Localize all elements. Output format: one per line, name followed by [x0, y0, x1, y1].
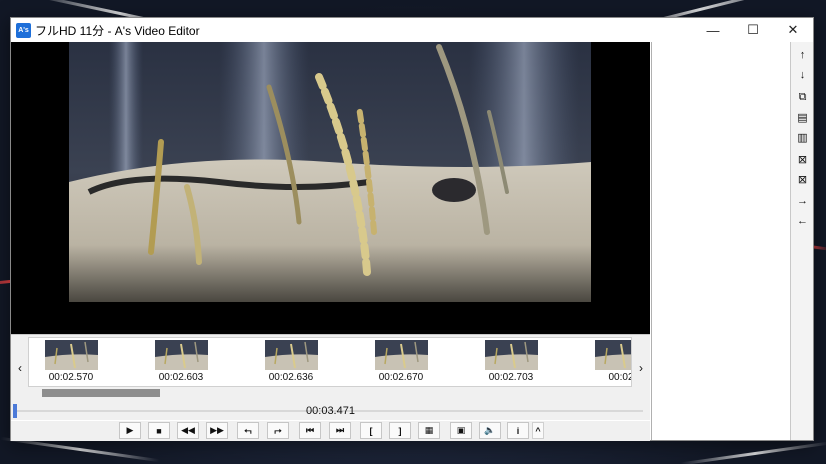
timeline-strip: ‹ 00:02.570 00:02.603 00:02.636 00:02.670 00… [11, 334, 650, 404]
thumbnail-timestamp: 00:02.636 [268, 372, 314, 383]
filmstrip-button[interactable]: ▦ [418, 422, 440, 439]
rewind-button[interactable]: ◀◀ [177, 422, 199, 439]
delete-all-icon[interactable]: ⊠ [793, 170, 812, 188]
timeline-thumbnail[interactable]: 00:02.603 [139, 340, 223, 384]
thumbnail-timestamp: 00:02.570 [48, 372, 94, 383]
arrow-left-icon[interactable]: ← [793, 212, 812, 230]
arrow-right-icon[interactable]: → [793, 192, 812, 210]
timeline-thumbnail[interactable]: 00:02.570 [29, 340, 113, 384]
side-toolbar: ↑ ↓ ⧉ ▤ ▥ ⊠ ⊠ → ← [790, 42, 813, 440]
thumbnail-strip[interactable]: 00:02.570 00:02.603 00:02.636 00:02.670 00:0… [28, 337, 632, 387]
insert-clip-icon[interactable]: ⧉ [793, 88, 812, 106]
video-preview[interactable] [11, 42, 650, 334]
jump-end-button[interactable]: ⮣ [267, 422, 289, 439]
split-clip-icon[interactable]: ▤ [793, 108, 812, 126]
app-window: A's フルHD 11分 - A's Video Editor — ☐ ✕ ↑ … [10, 17, 814, 441]
delete-clip-icon[interactable]: ⊠ [793, 150, 812, 168]
timeline-thumbnail[interactable]: 00:02.636 [249, 340, 333, 384]
prev-frame-button[interactable]: ⏮ [299, 422, 321, 439]
thumbnail-image [265, 340, 318, 370]
expand-button[interactable]: ^ [532, 422, 544, 439]
thumbnail-timestamp: 00:02.670 [378, 372, 424, 383]
timeline-scroll-right-icon[interactable]: › [634, 353, 648, 383]
volume-button[interactable]: 🔈 [479, 422, 501, 439]
timeline-scrollbar[interactable] [28, 387, 632, 399]
title-bar[interactable]: A's フルHD 11分 - A's Video Editor — ☐ ✕ [11, 18, 813, 42]
move-up-icon[interactable]: ↑ [793, 46, 812, 64]
stop-button[interactable]: ■ [148, 422, 170, 439]
wallpaper-streak [680, 441, 826, 464]
timeline-scrollbar-thumb[interactable] [42, 389, 160, 397]
move-down-icon[interactable]: ↓ [793, 66, 812, 84]
thumbnail-image [45, 340, 98, 370]
video-frame [69, 42, 591, 302]
close-button[interactable]: ✕ [773, 18, 813, 42]
video-frame-image [69, 42, 591, 302]
info-button[interactable]: i [507, 422, 529, 439]
playback-controls: ▶ ■ ◀◀ ▶▶ ⮢ ⮣ ⏮ ⏭ [] ▦ ▣ 🔈 i ^ [11, 421, 650, 441]
thumbnail-image [155, 340, 208, 370]
merge-clip-icon[interactable]: ▥ [793, 128, 812, 146]
thumbnail-image [595, 340, 631, 370]
minimize-button[interactable]: — [693, 18, 733, 42]
crop-button[interactable]: ▣ [450, 422, 472, 439]
timeline-scroll-left-icon[interactable]: ‹ [13, 353, 27, 383]
timeline-thumbnail[interactable]: 00:02.703 [469, 340, 553, 384]
thumbnail-timestamp: 00:02 [608, 372, 632, 383]
window-controls: — ☐ ✕ [693, 18, 813, 42]
thumbnail-timestamp: 00:02.603 [158, 372, 204, 383]
clip-list-panel[interactable] [651, 42, 790, 440]
mark-in-button[interactable]: [ [360, 422, 382, 439]
maximize-button[interactable]: ☐ [733, 18, 773, 42]
next-frame-button[interactable]: ⏭ [329, 422, 351, 439]
thumbnail-image [485, 340, 538, 370]
current-time: 00:03.471 [306, 405, 355, 417]
window-title: フルHD 11分 - A's Video Editor [35, 23, 200, 38]
fast-forward-button[interactable]: ▶▶ [206, 422, 228, 439]
timeline-thumbnail[interactable]: 00:02 [579, 340, 632, 384]
thumbnail-timestamp: 00:02.703 [488, 372, 534, 383]
play-button[interactable]: ▶ [119, 422, 141, 439]
app-icon: A's [16, 22, 31, 38]
jump-start-button[interactable]: ⮢ [237, 422, 259, 439]
timeline-thumbnail[interactable]: 00:02.670 [359, 340, 443, 384]
mark-out-button[interactable]: ] [389, 422, 411, 439]
thumbnail-image [375, 340, 428, 370]
